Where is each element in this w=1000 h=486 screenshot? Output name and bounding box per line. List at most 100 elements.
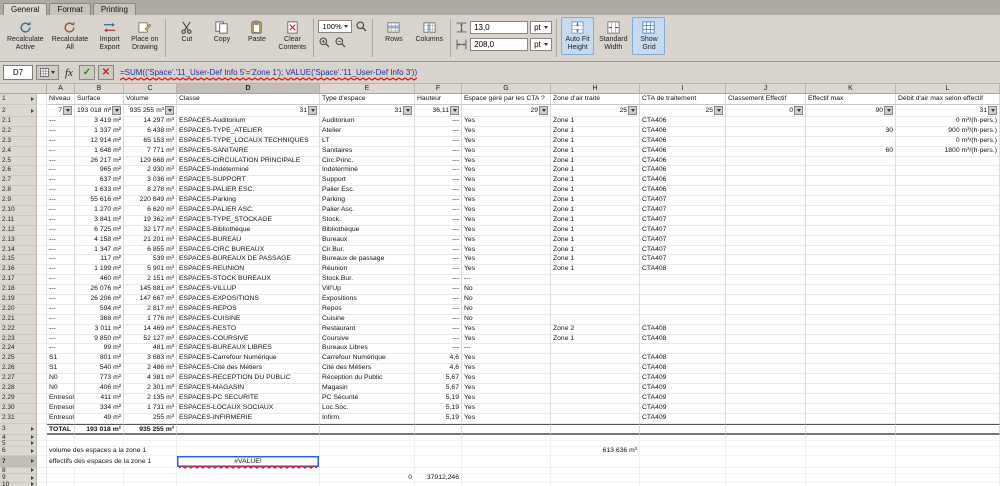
cell[interactable]: 334 m² <box>75 404 124 414</box>
filter-dropdown-button[interactable] <box>450 106 459 115</box>
cell[interactable] <box>551 354 640 364</box>
row-header-10[interactable]: 10 <box>0 483 37 486</box>
cell[interactable]: Stock.Bur. <box>320 275 415 285</box>
cell[interactable]: Zone 1 <box>551 127 640 137</box>
cell[interactable] <box>896 404 1000 414</box>
cell[interactable] <box>177 447 320 456</box>
cell[interactable]: Expositions <box>320 295 415 305</box>
cell[interactable]: Classe <box>177 94 320 105</box>
cell[interactable] <box>726 157 806 167</box>
cell[interactable] <box>896 424 1000 435</box>
cell[interactable]: 613 636 m³ <box>551 447 640 456</box>
cell[interactable]: 1800 m³/(h·pers.) <box>896 147 1000 157</box>
row-header-2.11[interactable]: 2.11 <box>0 216 37 226</box>
cell[interactable]: Yes <box>462 354 551 364</box>
cell[interactable]: --- <box>415 305 462 315</box>
row-header-2.13[interactable]: 2.13 <box>0 236 37 246</box>
standard-width-toggle[interactable]: Standard Width <box>596 17 630 55</box>
cell[interactable]: Volume <box>124 94 177 105</box>
cell[interactable]: Espace géré par les CTA ? <box>462 94 551 105</box>
cell[interactable] <box>806 483 896 486</box>
cell[interactable]: ESPACES-INFIRMERIE <box>177 414 320 424</box>
row-header-2.16[interactable]: 2.16 <box>0 265 37 275</box>
cell[interactable]: --- <box>47 206 75 216</box>
summary-cell[interactable]: 31 <box>896 105 1000 117</box>
cell[interactable]: ESPACES-BUREAUX DE PASSAGE <box>177 255 320 265</box>
row-header-2.6[interactable]: 2.6 <box>0 166 37 176</box>
cell[interactable]: Zone 2 <box>551 325 640 335</box>
cell[interactable]: Zone 1 <box>551 226 640 236</box>
cell[interactable] <box>47 474 75 483</box>
cell[interactable]: Restaurant <box>320 325 415 335</box>
cell[interactable]: Cité des Métiers <box>320 364 415 374</box>
cell[interactable]: Zone 1 <box>551 186 640 196</box>
cell[interactable]: 32 177 m³ <box>124 226 177 236</box>
cell[interactable]: Entresol <box>47 414 75 424</box>
column-header-K[interactable]: K <box>806 84 896 94</box>
cell[interactable]: 2 151 m³ <box>124 275 177 285</box>
cell[interactable] <box>726 374 806 384</box>
cell[interactable]: No <box>462 305 551 315</box>
cell[interactable]: 6 855 m³ <box>124 246 177 256</box>
cell[interactable]: 2 486 m³ <box>124 364 177 374</box>
column-header-E[interactable]: E <box>320 84 415 94</box>
cell[interactable] <box>896 206 1000 216</box>
summary-cell[interactable]: 31 <box>320 105 415 117</box>
cell[interactable] <box>726 354 806 364</box>
cell[interactable] <box>896 236 1000 246</box>
cell[interactable] <box>726 147 806 157</box>
cell[interactable] <box>806 295 896 305</box>
cell[interactable]: --- <box>47 325 75 335</box>
cell[interactable] <box>551 374 640 384</box>
cell[interactable] <box>320 456 415 468</box>
cell[interactable]: Yes <box>462 216 551 226</box>
clear-contents-button[interactable]: Clear Contents <box>275 17 309 55</box>
cell[interactable]: --- <box>415 137 462 147</box>
cell[interactable]: Entresol <box>47 404 75 414</box>
cell[interactable]: 60 <box>806 147 896 157</box>
cell[interactable]: --- <box>415 236 462 246</box>
row-header-2.17[interactable]: 2.17 <box>0 275 37 285</box>
column-header-A[interactable]: A <box>47 84 75 94</box>
cell[interactable] <box>415 456 462 468</box>
cell[interactable]: Yes <box>462 117 551 127</box>
cell[interactable] <box>806 456 896 468</box>
cell[interactable]: CTA406 <box>640 157 726 167</box>
cell[interactable]: No <box>462 285 551 295</box>
cell[interactable]: 3 683 m³ <box>124 354 177 364</box>
cell[interactable]: 147 667 m³ <box>124 295 177 305</box>
cell[interactable]: 220 849 m³ <box>124 196 177 206</box>
cell[interactable]: 900 m³/(h·pers.) <box>896 127 1000 137</box>
cell[interactable]: --- <box>47 265 75 275</box>
cell[interactable]: 1 199 m² <box>75 265 124 275</box>
cell[interactable]: Yes <box>462 384 551 394</box>
cell[interactable] <box>640 424 726 435</box>
cell[interactable]: Yes <box>462 335 551 345</box>
cell[interactable]: 6 438 m³ <box>124 127 177 137</box>
cell[interactable]: TOTAL <box>47 424 75 435</box>
select-all-corner[interactable] <box>0 84 47 94</box>
cell[interactable]: ESPACES-SUPPORT <box>177 176 320 186</box>
cell[interactable]: Zone 1 <box>551 147 640 157</box>
cell[interactable]: Support <box>320 176 415 186</box>
cell[interactable]: ESPACES-CUISINE <box>177 315 320 325</box>
cell[interactable]: Circ.Princ. <box>320 157 415 167</box>
cell[interactable] <box>896 186 1000 196</box>
cell[interactable]: 9 850 m² <box>75 335 124 345</box>
cell[interactable]: --- <box>415 206 462 216</box>
cell[interactable]: 37912,246 <box>415 474 462 483</box>
cell[interactable]: Zone d'air traité <box>551 94 640 105</box>
cell[interactable] <box>726 335 806 345</box>
cell[interactable] <box>551 364 640 374</box>
column-header-C[interactable]: C <box>124 84 177 94</box>
cell[interactable]: S1 <box>47 354 75 364</box>
rows-button[interactable]: Rows <box>377 17 410 46</box>
cell[interactable]: 7 771 m³ <box>124 147 177 157</box>
cell[interactable] <box>640 483 726 486</box>
cell[interactable]: 117 m² <box>75 255 124 265</box>
cell[interactable]: --- <box>47 305 75 315</box>
cell[interactable] <box>640 305 726 315</box>
cell[interactable]: Yes <box>462 127 551 137</box>
cell[interactable]: 21 201 m³ <box>124 236 177 246</box>
cell[interactable]: ESPACES-BUREAU <box>177 236 320 246</box>
